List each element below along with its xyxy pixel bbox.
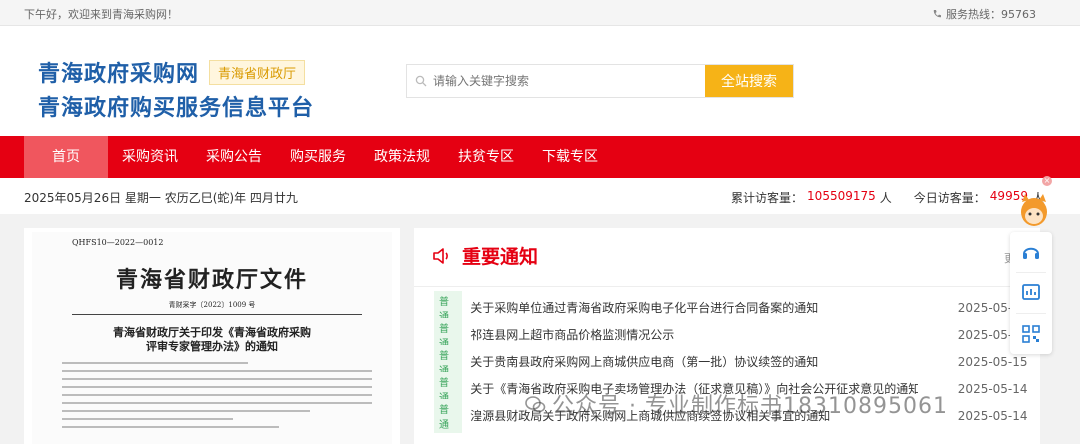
total-visits-unit: 人	[879, 191, 892, 205]
total-visits-label: 累计访客量：	[731, 191, 804, 205]
document-code: QHFS10—2022—0012	[72, 238, 164, 247]
document-image: QHFS10—2022—0012 青海省财政厅文件 青财采字〔2022〕1009…	[32, 232, 392, 444]
search-field-wrap	[407, 65, 705, 97]
notices-title: 重要通知	[462, 246, 539, 268]
notice-tag: 普通	[434, 398, 463, 433]
visitor-stats: 累计访客量： 105509175 人 今日访客量： 49959 人	[731, 189, 1044, 206]
total-visits-value: 105509175	[807, 189, 876, 203]
headset-icon	[1023, 247, 1039, 259]
float-toolbar	[1010, 232, 1052, 354]
list-item[interactable]: 普通 祁连县网上超市商品价格监测情况公示 2025-05-	[434, 317, 1040, 352]
chart-board-icon	[1022, 284, 1040, 300]
search-icon	[415, 75, 427, 87]
nav-item-purchase-services[interactable]: 购买服务	[276, 136, 360, 178]
statistics-button[interactable]	[1010, 273, 1052, 313]
mascot-icon[interactable]	[1016, 190, 1052, 230]
nav-item-poverty-alleviation[interactable]: 扶贫专区	[444, 136, 528, 178]
qr-code-button[interactable]	[1010, 314, 1052, 354]
customer-service-button[interactable]	[1010, 232, 1052, 272]
notice-date: 2025-05-15	[957, 354, 1028, 369]
main-nav: 首页 采购资讯 采购公告 购买服务 政策法规 扶贫专区 下载专区	[0, 136, 1080, 178]
nav-item-home[interactable]: 首页	[24, 136, 108, 178]
document-banner[interactable]: QHFS10—2022—0012 青海省财政厅文件 青财采字〔2022〕1009…	[24, 228, 400, 444]
watermark-text: 公众号 · 专业制作标书18310895061	[552, 394, 948, 419]
site-logo[interactable]: 青海政府采购网 青海省财政厅 青海政府购买服务信息平台	[38, 56, 314, 122]
logo-line1: 青海政府采购网	[38, 61, 200, 87]
document-rule	[72, 314, 362, 315]
phone-icon	[933, 10, 941, 18]
top-bar: 下午好，欢迎来到青海采购网！ 服务热线：95763	[0, 0, 1080, 26]
nav-items: 首页 采购资讯 采购公告 购买服务 政策法规 扶贫专区 下载专区	[24, 136, 612, 178]
document-body	[62, 356, 372, 434]
today-visits-label: 今日访客量：	[913, 191, 986, 205]
float-close-button[interactable]: ×	[1042, 176, 1052, 186]
hotline: 服务热线：95763	[932, 6, 1036, 22]
notice-title[interactable]: 关于采购单位通过青海省政府采购电子化平台进行合同备案的通知	[470, 299, 918, 316]
logo-badge: 青海省财政厅	[209, 59, 306, 85]
nav-item-procurement-news[interactable]: 采购资讯	[108, 136, 192, 178]
speaker-icon	[433, 247, 448, 264]
document-file-number: 青财采字〔2022〕1009 号	[168, 301, 256, 309]
nav-item-policy[interactable]: 政策法规	[360, 136, 444, 178]
notices-header: 重要通知	[432, 242, 538, 269]
list-item[interactable]: 普通 关于采购单位通过青海省政府采购电子化平台进行合同备案的通知 2025-05…	[434, 290, 1040, 325]
qr-code-icon	[1022, 325, 1040, 343]
hotline-text: 服务热线：95763	[946, 8, 1036, 21]
wechat-icon	[525, 396, 546, 413]
search-button[interactable]: 全站搜索	[705, 65, 793, 97]
greeting-text: 下午好，欢迎来到青海采购网！	[24, 8, 178, 21]
site-header: 青海政府采购网 青海省财政厅 青海政府购买服务信息平台 全站搜索	[0, 26, 1080, 136]
notice-date: 2025-05-14	[957, 381, 1028, 396]
date-bar: 2025年05月26日 星期一 农历乙巳(蛇)年 四月廿九 累计访客量： 105…	[0, 178, 1080, 214]
document-heading-2: 评审专家管理办法》的通知	[146, 340, 278, 353]
list-item[interactable]: 普通 关于贵南县政府采购网上商城供应电商（第一批）协议续签的通知 2025-05…	[434, 344, 1040, 379]
watermark: 公众号 · 专业制作标书18310895061	[524, 388, 948, 420]
notice-title[interactable]: 关于贵南县政府采购网上商城供应电商（第一批）协议续签的通知	[470, 353, 918, 370]
notice-date: 2025-05-14	[957, 408, 1028, 423]
search-input[interactable]	[433, 74, 693, 88]
notice-title[interactable]: 祁连县网上超市商品价格监测情况公示	[470, 326, 918, 343]
document-title: 青海省财政厅文件	[115, 267, 308, 293]
logo-line2: 青海政府购买服务信息平台	[38, 95, 315, 121]
nav-item-downloads[interactable]: 下载专区	[528, 136, 612, 178]
search-bar: 全站搜索	[406, 64, 794, 98]
nav-item-procurement-notices[interactable]: 采购公告	[192, 136, 276, 178]
current-date: 2025年05月26日 星期一 农历乙巳(蛇)年 四月廿九	[24, 191, 298, 205]
logo-line1-wrap: 青海政府采购网 青海省财政厅	[38, 56, 314, 88]
notices-divider	[414, 286, 1040, 287]
